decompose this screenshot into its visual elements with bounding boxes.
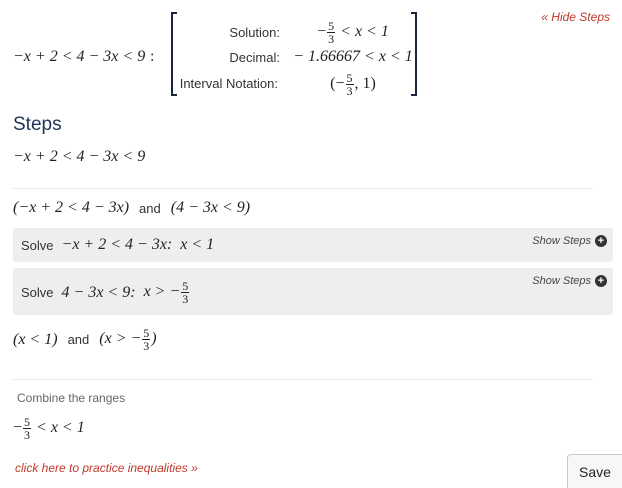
solve-result: x > −5 3	[143, 279, 190, 306]
interval-label: Interval Notation:	[179, 76, 278, 91]
decimal-label: Decimal:	[229, 50, 280, 65]
show-steps-button[interactable]: Show Steps +	[532, 275, 607, 287]
and-label: and	[139, 200, 161, 216]
solve-word: Solve	[21, 285, 54, 300]
fraction: 53	[327, 19, 336, 46]
steps-expression: −x + 2 < 4 − 3x < 9	[13, 148, 146, 165]
solve-word: Solve	[21, 237, 54, 253]
final-result: −5 3 < x < 1	[13, 415, 85, 442]
fraction: 53	[142, 326, 151, 353]
solution-label: Solution:	[229, 25, 280, 40]
result-panel: −x + 2 < 4 − 3x < 9 : Solution: −5 3 < x …	[13, 10, 613, 100]
interval-value: (− 5 3, 1)	[330, 71, 376, 98]
colon: :	[150, 48, 155, 65]
and-label: and	[67, 332, 90, 347]
right-inequality: (4 − 3x < 9)	[170, 199, 251, 216]
left-condition: (x < 1)	[13, 330, 58, 348]
fraction: 53	[23, 415, 32, 442]
fraction: 53	[345, 71, 354, 98]
solution-value: −5 3 < x < 1	[317, 19, 389, 46]
divider	[13, 379, 593, 380]
split-inequalities: (−x + 2 < 4 − 3x) and (4 − 3x < 9)	[13, 199, 250, 217]
solve-result: x < 1	[180, 236, 215, 253]
combine-ranges-label: Combine the ranges	[17, 391, 126, 405]
right-condition: (x > −5 3)	[99, 326, 157, 353]
combined-conditions: (x < 1) and (x > −5 3)	[13, 327, 157, 352]
fraction: 53	[181, 279, 190, 306]
solve-expression: 4 − 3x < 9:	[61, 283, 136, 301]
steps-heading: Steps	[13, 114, 62, 135]
hide-steps-link[interactable]: « Hide Steps	[541, 10, 610, 24]
decimal-value: − 1.66667 < x < 1	[293, 48, 413, 65]
show-steps-button[interactable]: Show Steps +	[532, 235, 607, 247]
solve-step-1: Solve −x + 2 < 4 − 3x: x < 1 Show Steps …	[13, 228, 613, 262]
practice-inequalities-link[interactable]: click here to practice inequalities »	[15, 461, 198, 475]
save-button[interactable]: Save	[567, 454, 622, 488]
divider	[13, 188, 593, 189]
plus-circle-icon: +	[595, 275, 607, 287]
solve-expression: −x + 2 < 4 − 3x:	[61, 236, 173, 253]
solve-step-2: Solve 4 − 3x < 9: x > −5 3 Show Steps +	[13, 268, 613, 315]
inequality-expression: −x + 2 < 4 − 3x < 9	[13, 48, 146, 65]
left-inequality: (−x + 2 < 4 − 3x)	[13, 199, 130, 216]
plus-circle-icon: +	[595, 235, 607, 247]
